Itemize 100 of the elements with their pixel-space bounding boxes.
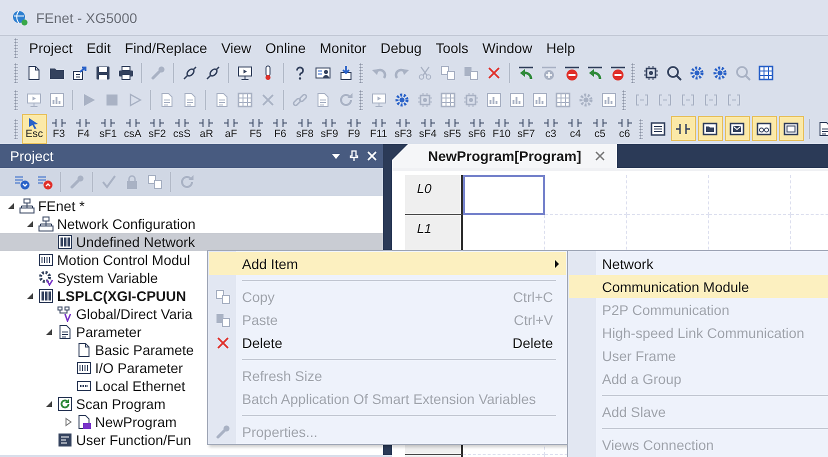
ladder-key-button[interactable]: c5 — [588, 114, 612, 144]
menu-item[interactable]: Network — [569, 252, 828, 275]
expanded-arrow-icon[interactable] — [44, 399, 54, 409]
menu-bar-item[interactable]: Project — [22, 40, 80, 56]
contact-symbol-icon — [296, 117, 313, 130]
dropdown-arrow-icon[interactable] — [331, 151, 341, 161]
list-icon[interactable] — [650, 120, 666, 136]
ladder-cell[interactable] — [463, 175, 545, 215]
menu-bar-item[interactable]: Help — [539, 40, 582, 56]
expanded-arrow-icon[interactable] — [25, 291, 35, 301]
ladder-key-button[interactable]: F5 — [243, 114, 268, 144]
plug-icon[interactable] — [182, 64, 198, 80]
tree-item-label: Scan Program — [76, 396, 166, 412]
editor-tab[interactable]: NewProgram[Program] — [392, 144, 618, 168]
contact-symbol-icon — [272, 117, 288, 130]
tree-row[interactable]: Undefined Network — [0, 233, 383, 251]
pin-icon[interactable] — [349, 150, 359, 162]
expanded-arrow-icon[interactable] — [25, 219, 35, 229]
ladder-key-button[interactable]: F11 — [366, 114, 391, 144]
port-icon — [76, 378, 92, 394]
gear-icon — [38, 270, 54, 286]
menu-bar-item[interactable]: View — [214, 40, 258, 56]
expand-all-icon[interactable] — [14, 174, 30, 190]
ladder-key-button[interactable]: aF — [218, 114, 244, 144]
printer-icon[interactable] — [118, 64, 134, 80]
menu-item[interactable]: Delete Delete — [209, 331, 566, 354]
ladder-key-button[interactable]: sF4 — [416, 114, 440, 144]
gear-icon[interactable] — [712, 64, 728, 80]
view-mode-button[interactable] — [778, 116, 804, 141]
ladder-key-button[interactable]: c6 — [612, 114, 637, 144]
contact-symbol-icon — [149, 117, 166, 130]
tree-row[interactable]: Network Configuration — [0, 215, 383, 233]
grid-cell[interactable] — [545, 175, 627, 215]
close-icon[interactable] — [486, 64, 502, 80]
ladder-key-button[interactable]: sF9 — [317, 114, 342, 144]
ladder-key-button[interactable]: sF6 — [464, 114, 490, 144]
ladder-key-button[interactable]: Esc — [22, 114, 47, 144]
ladder-key-button[interactable]: c4 — [563, 114, 588, 144]
ladder-key-button[interactable]: F6 — [268, 114, 293, 144]
document-arrow-icon[interactable] — [72, 64, 88, 80]
menu-bar-item[interactable]: Tools — [428, 40, 476, 56]
ladder-key-button[interactable]: F3 — [46, 114, 72, 144]
collapse-all-icon[interactable] — [36, 174, 52, 190]
minus-circle-icon[interactable] — [610, 64, 626, 80]
view-mode-button[interactable] — [724, 116, 750, 141]
module-icon — [38, 252, 54, 268]
chip-icon[interactable] — [642, 64, 658, 80]
close-icon[interactable] — [595, 151, 606, 161]
tree-item-label: Undefined Network — [76, 234, 196, 250]
view-mode-button[interactable] — [670, 116, 696, 141]
refresh-icon — [57, 396, 73, 412]
ladder-key-button[interactable]: sF2 — [144, 114, 170, 144]
menu-bar-item[interactable]: Window — [475, 40, 540, 56]
ladder-key-button[interactable]: sF7 — [514, 114, 538, 144]
minus-circle-icon[interactable] — [564, 64, 580, 80]
menu-item-label: Network — [601, 256, 654, 272]
expanded-arrow-icon[interactable] — [44, 327, 54, 337]
tree-item-label: Basic Paramete — [95, 342, 194, 358]
expanded-arrow-icon[interactable] — [6, 201, 16, 211]
save-icon[interactable] — [94, 64, 110, 80]
view-mode-button[interactable] — [752, 116, 777, 141]
ladder-key-button[interactable]: c3 — [538, 114, 564, 144]
ladder-key-button[interactable]: aR — [194, 114, 219, 144]
menu-item[interactable]: Add Item — [209, 252, 566, 275]
menu-bar-item[interactable]: Find/Replace — [118, 40, 214, 56]
curved-arrow-icon[interactable] — [586, 64, 602, 80]
ladder-key-button[interactable]: sF8 — [292, 114, 318, 144]
ladder-key-button[interactable]: sF5 — [440, 114, 465, 144]
contact-symbol-icon — [567, 117, 584, 130]
ladder-key-button[interactable]: F10 — [489, 114, 514, 144]
collapsed-arrow-icon[interactable] — [63, 417, 73, 427]
menu-bar-item[interactable]: Edit — [80, 40, 118, 56]
grid-cell[interactable] — [627, 175, 709, 215]
gear-icon[interactable] — [688, 64, 704, 80]
ladder-key-button[interactable]: F4 — [71, 114, 96, 144]
grid-cell[interactable] — [709, 175, 791, 215]
ladder-key-button[interactable]: sF1 — [96, 114, 120, 144]
menu-bar-item[interactable]: Debug — [373, 40, 429, 56]
menu-item[interactable]: Communication Module — [569, 275, 828, 298]
gear-icon[interactable] — [394, 92, 410, 108]
menu-bar-item[interactable]: Online — [258, 40, 313, 56]
network-icon — [38, 216, 54, 232]
ladder-key-button[interactable]: F9 — [342, 114, 366, 144]
search-icon[interactable] — [666, 64, 682, 80]
view-mode-button[interactable] — [698, 116, 723, 141]
tree-row[interactable]: FEnet * — [0, 197, 383, 215]
download-icon[interactable] — [338, 64, 354, 80]
ladder-key-button[interactable]: csA — [120, 114, 145, 144]
menu-item-label: Delete — [241, 334, 284, 350]
menu-bar-item[interactable]: Monitor — [312, 40, 374, 56]
contact-card-icon[interactable] — [314, 64, 330, 80]
paste-icon — [215, 312, 231, 328]
menu-item-label: Views Connection — [601, 436, 715, 452]
ladder-key-button[interactable]: sF3 — [390, 114, 416, 144]
page-icon[interactable] — [26, 64, 42, 80]
monitor-icon[interactable] — [236, 64, 252, 80]
curved-arrow-icon[interactable] — [518, 64, 534, 80]
plug-icon[interactable] — [204, 64, 220, 80]
ladder-key-button[interactable]: csS — [170, 114, 194, 144]
grid-icon[interactable] — [758, 64, 774, 80]
